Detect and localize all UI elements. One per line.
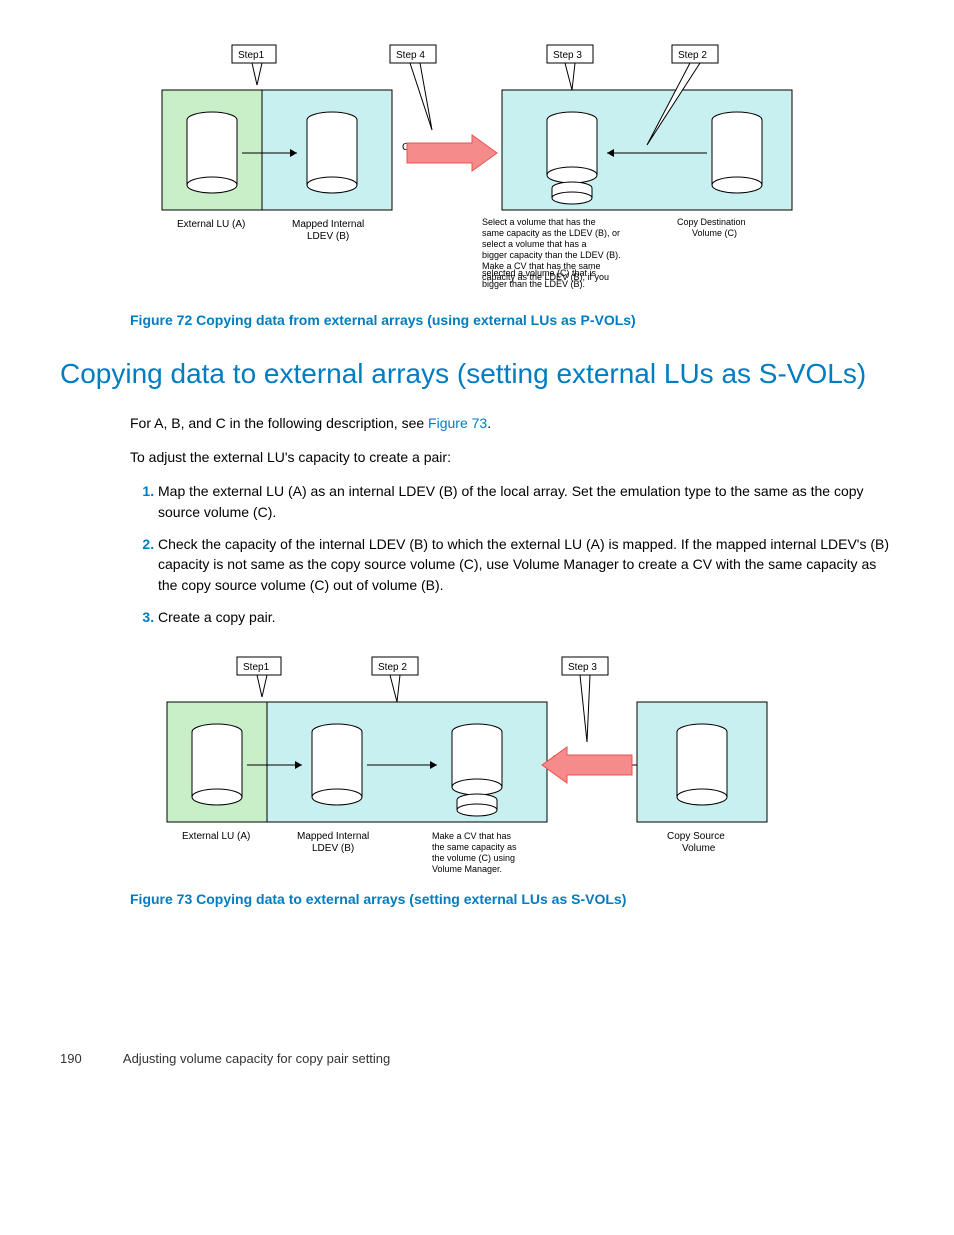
figure-72-caption: Figure 72 Copying data from external arr… bbox=[130, 310, 894, 330]
select-vol-l8: bigger than the LDEV (B). bbox=[482, 279, 585, 289]
mapped-ldev-73: Mapped Internal bbox=[297, 831, 369, 842]
step2-73: Step 2 bbox=[378, 662, 407, 673]
mapped-ldev-label: Mapped Internal bbox=[292, 219, 364, 230]
figure-73: Create Copy Pair Step1 Step 2 Step 3 Ext… bbox=[60, 647, 894, 877]
steps-list: Map the external LU (A) as an internal L… bbox=[130, 481, 894, 627]
step4-label: Step 4 bbox=[396, 50, 425, 61]
page-number: 190 bbox=[60, 1050, 120, 1069]
copy-src-l1: Copy Source bbox=[667, 831, 725, 842]
figure-73-link[interactable]: Figure 73 bbox=[428, 415, 487, 431]
external-lu-label: External LU (A) bbox=[177, 219, 245, 230]
step-1: Map the external LU (A) as an internal L… bbox=[158, 481, 894, 522]
external-lu-73: External LU (A) bbox=[182, 831, 250, 842]
step1-label: Step1 bbox=[238, 50, 265, 61]
mapped-ldev-label2: LDEV (B) bbox=[307, 231, 349, 242]
make-cv-l1: Make a CV that has bbox=[432, 831, 512, 841]
page-footer: 190 Adjusting volume capacity for copy p… bbox=[60, 1050, 894, 1069]
intro-end: . bbox=[487, 415, 491, 431]
copy-dest-l2: Volume (C) bbox=[692, 228, 737, 238]
section-title: Copying data to external arrays (setting… bbox=[60, 354, 894, 395]
make-cv-l4: Volume Manager. bbox=[432, 864, 502, 874]
step2-label: Step 2 bbox=[678, 50, 707, 61]
step3-73: Step 3 bbox=[568, 662, 597, 673]
footer-title: Adjusting volume capacity for copy pair … bbox=[123, 1051, 390, 1066]
make-cv-l3: the volume (C) using bbox=[432, 853, 515, 863]
step-3: Create a copy pair. bbox=[158, 607, 894, 627]
copy-src-l2: Volume bbox=[682, 843, 716, 854]
intro-paragraph: For A, B, and C in the following descrip… bbox=[130, 413, 894, 433]
select-vol-l3: select a volume that has a bbox=[482, 239, 587, 249]
figure-72: Create Copy Pair Step1 Step 4 Step 3 Ste… bbox=[60, 35, 894, 285]
select-vol-l2: same capacity as the LDEV (B), or bbox=[482, 228, 620, 238]
copy-dest-l1: Copy Destination bbox=[677, 217, 746, 227]
make-cv-l2: the same capacity as bbox=[432, 842, 517, 852]
select-vol-l7: selected a volume (C) that is bbox=[482, 268, 596, 278]
adjust-paragraph: To adjust the external LU's capacity to … bbox=[130, 447, 894, 467]
intro-text: For A, B, and C in the following descrip… bbox=[130, 415, 428, 431]
select-vol-l1: Select a volume that has the bbox=[482, 217, 596, 227]
mapped-ldev2-73: LDEV (B) bbox=[312, 843, 354, 854]
step1-73: Step1 bbox=[243, 662, 270, 673]
step3-label: Step 3 bbox=[553, 50, 582, 61]
select-vol-l4: bigger capacity than the LDEV (B). bbox=[482, 250, 621, 260]
figure-73-caption: Figure 73 Copying data to external array… bbox=[130, 889, 894, 909]
step-2: Check the capacity of the internal LDEV … bbox=[158, 534, 894, 595]
